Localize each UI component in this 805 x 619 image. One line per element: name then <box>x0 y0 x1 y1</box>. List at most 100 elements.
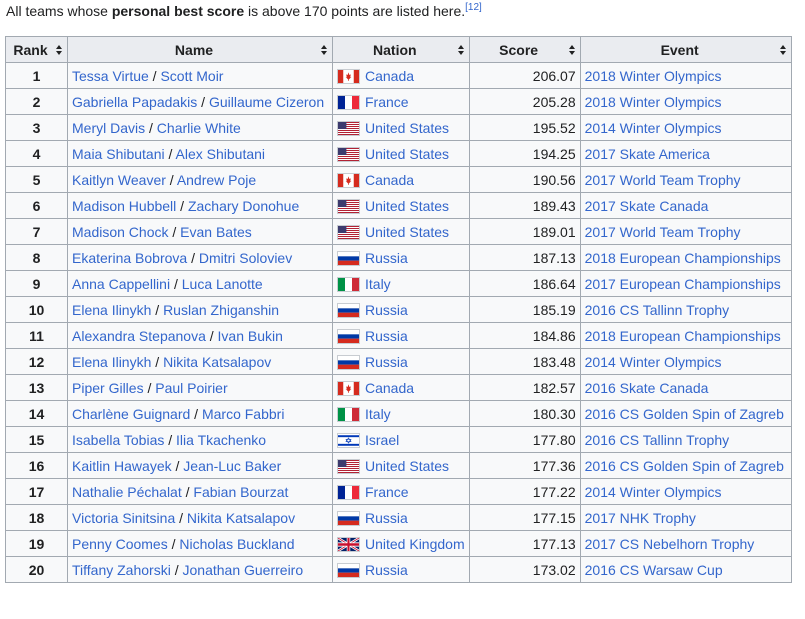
nation-link[interactable]: Canada <box>365 68 414 84</box>
nation-link[interactable]: Israel <box>365 432 399 448</box>
skater-link[interactable]: Evan Bates <box>180 224 252 240</box>
event-link[interactable]: 2018 Winter Olympics <box>585 94 722 110</box>
skater-link[interactable]: Charlène Guignard <box>72 406 190 422</box>
skater-link[interactable]: Nathalie Péchalat <box>72 484 182 500</box>
column-header-event[interactable]: Event <box>579 36 792 63</box>
skater-link[interactable]: Alexandra Stepanova <box>72 328 206 344</box>
skater-link[interactable]: Guillaume Cizeron <box>209 94 324 110</box>
nation-link[interactable]: United Kingdom <box>365 536 465 552</box>
event-link[interactable]: 2017 Skate Canada <box>585 198 709 214</box>
event-link[interactable]: 2016 CS Golden Spin of Zagreb <box>585 406 784 422</box>
name-separator: / <box>176 197 188 214</box>
nation-link[interactable]: United States <box>365 198 449 214</box>
event-link[interactable]: 2017 European Championships <box>585 276 781 292</box>
event-link[interactable]: 2017 CS Nebelhorn Trophy <box>585 536 755 552</box>
skater-link[interactable]: Nikita Katsalapov <box>187 510 295 526</box>
skater-link[interactable]: Maia Shibutani <box>72 146 165 162</box>
nation-link[interactable]: Canada <box>365 172 414 188</box>
name-separator: / <box>190 405 202 422</box>
skater-link[interactable]: Anna Cappellini <box>72 276 170 292</box>
skater-link[interactable]: Kaitlyn Weaver <box>72 172 166 188</box>
skater-link[interactable]: Paul Poirier <box>155 380 227 396</box>
score-cell: 177.22 <box>468 478 581 505</box>
column-header-nation[interactable]: Nation <box>332 36 470 63</box>
event-link[interactable]: 2014 Winter Olympics <box>585 120 722 136</box>
nation-link[interactable]: France <box>365 94 409 110</box>
skater-link[interactable]: Andrew Poje <box>177 172 256 188</box>
skater-link[interactable]: Madison Hubbell <box>72 198 176 214</box>
event-link[interactable]: 2017 Skate America <box>585 146 710 162</box>
skater-link[interactable]: Marco Fabbri <box>202 406 284 422</box>
skater-link[interactable]: Elena Ilinykh <box>72 354 151 370</box>
column-header-rank[interactable]: Rank <box>5 36 68 63</box>
sort-icon[interactable] <box>56 45 62 55</box>
skater-link[interactable]: Gabriella Papadakis <box>72 94 197 110</box>
skater-link[interactable]: Ilia Tkachenko <box>176 432 266 448</box>
skater-link[interactable]: Fabian Bourzat <box>193 484 288 500</box>
event-link[interactable]: 2016 CS Tallinn Trophy <box>585 432 730 448</box>
skater-link[interactable]: Nicholas Buckland <box>179 536 294 552</box>
skater-link[interactable]: Jonathan Guerreiro <box>183 562 304 578</box>
skater-link[interactable]: Scott Moir <box>160 68 223 84</box>
nation-link[interactable]: Italy <box>365 406 391 422</box>
sort-icon[interactable] <box>457 45 464 55</box>
event-link[interactable]: 2017 NHK Trophy <box>585 510 696 526</box>
skater-link[interactable]: Elena Ilinykh <box>72 302 151 318</box>
event-link[interactable]: 2016 Skate Canada <box>585 380 709 396</box>
nation-cell: Canada <box>332 374 470 401</box>
intro-text: All teams whose personal best score is a… <box>6 2 482 20</box>
name-cell: Piper Gilles / Paul Poirier <box>67 374 333 401</box>
nation-cell: Russia <box>332 296 470 323</box>
skater-link[interactable]: Luca Lanotte <box>182 276 263 292</box>
skater-link[interactable]: Meryl Davis <box>72 120 145 136</box>
event-link[interactable]: 2016 CS Golden Spin of Zagreb <box>585 458 784 474</box>
event-link[interactable]: 2018 Winter Olympics <box>585 68 722 84</box>
nation-link[interactable]: Canada <box>365 380 414 396</box>
nation-link[interactable]: Russia <box>365 328 408 344</box>
nation-link[interactable]: Russia <box>365 302 408 318</box>
column-header-name[interactable]: Name <box>67 36 333 63</box>
event-link[interactable]: 2014 Winter Olympics <box>585 484 722 500</box>
column-header-score[interactable]: Score <box>468 36 581 63</box>
nation-link[interactable]: United States <box>365 224 449 240</box>
sort-icon[interactable] <box>568 45 575 55</box>
skater-link[interactable]: Alex Shibutani <box>176 146 266 162</box>
skater-link[interactable]: Nikita Katsalapov <box>163 354 271 370</box>
skater-link[interactable]: Tiffany Zahorski <box>72 562 171 578</box>
nation-link[interactable]: France <box>365 484 409 500</box>
event-link[interactable]: 2018 European Championships <box>585 328 781 344</box>
skater-link[interactable]: Victoria Sinitsina <box>72 510 175 526</box>
nation-link[interactable]: United States <box>365 120 449 136</box>
name-separator: / <box>165 171 177 188</box>
event-link[interactable]: 2017 World Team Trophy <box>585 172 741 188</box>
skater-link[interactable]: Penny Coomes <box>72 536 168 552</box>
skater-link[interactable]: Zachary Donohue <box>188 198 299 214</box>
skater-link[interactable]: Dmitri Soloviev <box>199 250 292 266</box>
skater-link[interactable]: Piper Gilles <box>72 380 144 396</box>
nation-link[interactable]: United States <box>365 146 449 162</box>
skater-link[interactable]: Charlie White <box>157 120 241 136</box>
skater-link[interactable]: Kaitlin Hawayek <box>72 458 172 474</box>
event-link[interactable]: 2016 CS Warsaw Cup <box>585 562 723 578</box>
event-link[interactable]: 2017 World Team Trophy <box>585 224 741 240</box>
event-link[interactable]: 2018 European Championships <box>585 250 781 266</box>
event-link[interactable]: 2014 Winter Olympics <box>585 354 722 370</box>
skater-link[interactable]: Ruslan Zhiganshin <box>163 302 279 318</box>
event-link[interactable]: 2016 CS Tallinn Trophy <box>585 302 730 318</box>
reference-link[interactable]: [12] <box>465 2 482 13</box>
nation-link[interactable]: Italy <box>365 276 391 292</box>
nation-link[interactable]: Russia <box>365 354 408 370</box>
nation-link[interactable]: Russia <box>365 250 408 266</box>
nation-link[interactable]: Russia <box>365 510 408 526</box>
skater-link[interactable]: Tessa Virtue <box>72 68 149 84</box>
nation-link[interactable]: Russia <box>365 562 408 578</box>
skater-link[interactable]: Ekaterina Bobrova <box>72 250 187 266</box>
skater-link[interactable]: Isabella Tobias <box>72 432 164 448</box>
sort-icon[interactable] <box>779 45 786 55</box>
skater-link[interactable]: Ivan Bukin <box>218 328 283 344</box>
russia-flag-icon <box>337 328 360 344</box>
skater-link[interactable]: Jean-Luc Baker <box>183 458 281 474</box>
skater-link[interactable]: Madison Chock <box>72 224 169 240</box>
nation-link[interactable]: United States <box>365 458 449 474</box>
sort-icon[interactable] <box>321 45 327 55</box>
